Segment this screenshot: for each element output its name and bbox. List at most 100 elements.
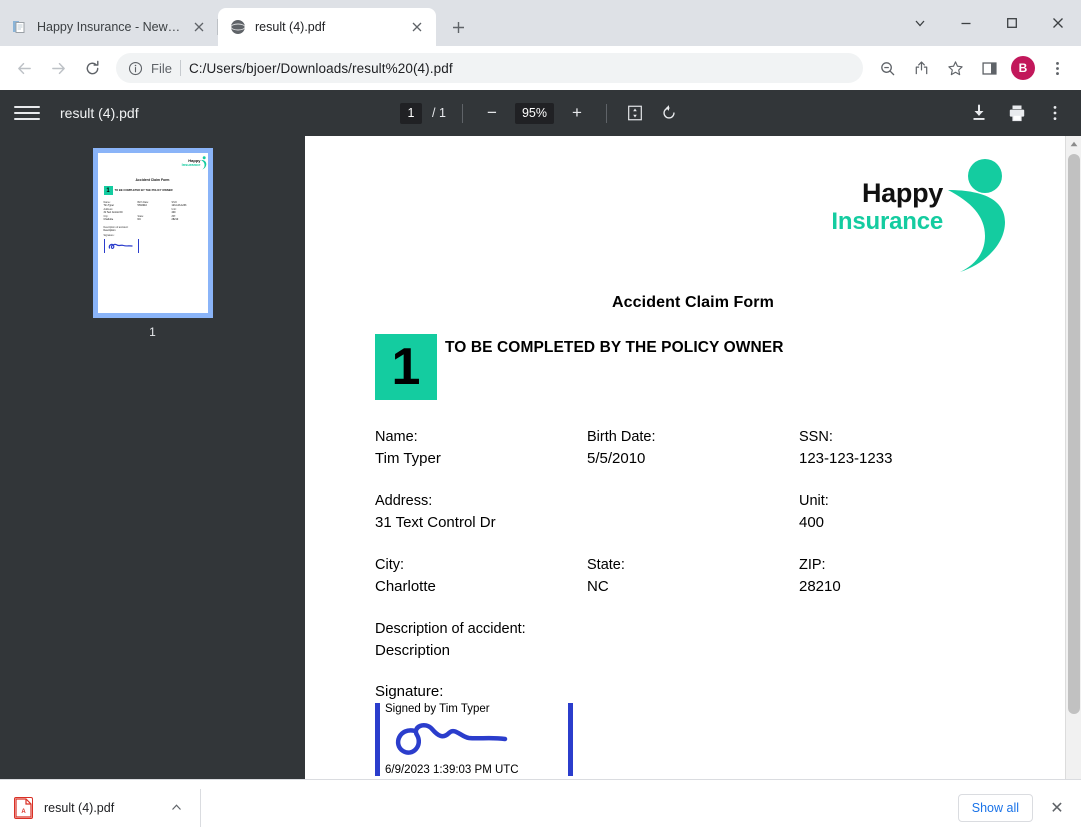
field-label: Birth Date: xyxy=(587,429,656,445)
field-value: 5/5/2010 xyxy=(587,450,646,467)
maximize-icon[interactable] xyxy=(989,4,1035,42)
show-all-downloads-button[interactable]: Show all xyxy=(957,793,1033,822)
form-row: Address: 31 Text Control Dr Unit: 400 xyxy=(375,491,1011,533)
signature-date: 6/9/2023 1:39:03 PM UTC xyxy=(385,764,519,776)
download-item[interactable]: A result (4).pdf xyxy=(14,796,182,819)
thumbnail-signature: Description of accident: Description Sig… xyxy=(103,226,202,253)
reload-icon[interactable] xyxy=(76,52,108,84)
more-options-icon[interactable] xyxy=(1043,101,1067,125)
download-icon[interactable] xyxy=(967,101,991,125)
side-panel-icon[interactable] xyxy=(973,52,1005,84)
download-shelf: A result (4).pdf Show all ✕ xyxy=(0,779,1081,835)
field-empty xyxy=(587,491,799,533)
field-value: Charlotte xyxy=(375,578,436,595)
pdf-vertical-scrollbar[interactable] xyxy=(1065,136,1081,779)
form-row: City: Charlotte State: NC ZIP: 28210 xyxy=(375,555,1011,597)
section-header: 1 TO BE COMPLETED BY THE POLICY OWNER xyxy=(375,334,1011,400)
field-description: Description of accident: Description xyxy=(375,619,526,661)
field-value: 28210 xyxy=(799,578,841,595)
document-icon xyxy=(12,19,28,35)
browser-tab-2-title: result (4).pdf xyxy=(255,20,326,34)
fit-to-page-icon[interactable] xyxy=(623,101,647,125)
page-number-input[interactable]: 1 xyxy=(400,102,423,124)
browser-tab-strip: Happy Insurance - New Claim result (4).p… xyxy=(0,0,1081,46)
star-icon[interactable] xyxy=(939,52,971,84)
browser-tab-1-title: Happy Insurance - New Claim xyxy=(37,20,181,34)
page-thumbnail-1[interactable]: Happy Insurance Accident Claim Form 1 TO… xyxy=(92,148,213,318)
thumbnail-page-label: 1 xyxy=(149,325,156,339)
toolbar-divider xyxy=(461,103,463,123)
section-heading: TO BE COMPLETED BY THE POLICY OWNER xyxy=(445,339,784,356)
rotate-icon[interactable] xyxy=(657,101,681,125)
company-logo: Happy Insurance xyxy=(831,158,1009,273)
forward-arrow-icon[interactable] xyxy=(42,52,74,84)
signature-bar-left xyxy=(375,703,380,776)
profile-avatar[interactable]: B xyxy=(1011,56,1035,80)
page-separator: / xyxy=(432,106,436,120)
field-value: Tim Typer xyxy=(375,450,441,467)
logo-line-happy: Happy xyxy=(861,178,943,208)
download-shelf-actions: Show all ✕ xyxy=(957,793,1067,822)
scrollbar-up-arrow-icon[interactable] xyxy=(1066,136,1081,152)
zoom-out-button[interactable]: − xyxy=(479,100,505,126)
signature-label: Signature: xyxy=(375,683,444,700)
zoom-in-button[interactable]: + xyxy=(564,100,590,126)
back-arrow-icon[interactable] xyxy=(8,52,40,84)
close-shelf-icon[interactable]: ✕ xyxy=(1047,798,1067,818)
zoom-level-display[interactable]: 95% xyxy=(514,102,554,124)
url-text: C:/Users/bjoer/Downloads/result%20(4).pd… xyxy=(188,60,453,76)
chevron-up-icon[interactable] xyxy=(171,802,182,813)
zoom-out-icon[interactable] xyxy=(871,52,903,84)
thumbnail-item[interactable]: Happy Insurance Accident Claim Form 1 TO… xyxy=(92,148,213,339)
share-icon[interactable] xyxy=(905,52,937,84)
browser-tab-2[interactable]: result (4).pdf xyxy=(218,8,436,46)
field-value: 31 Text Control Dr xyxy=(375,514,496,531)
three-dot-menu-icon[interactable] xyxy=(1041,52,1073,84)
form-fields: Name: Tim Typer Birth Date: 5/5/2010 SSN… xyxy=(375,427,1011,776)
address-bar[interactable]: File C:/Users/bjoer/Downloads/result%20(… xyxy=(116,53,863,83)
download-filename: result (4).pdf xyxy=(44,800,115,815)
pdf-file-icon: A xyxy=(14,796,33,819)
logo-figure-icon xyxy=(948,159,1005,272)
field-label: SSN: xyxy=(799,429,833,445)
field-city: City: Charlotte xyxy=(375,555,587,597)
page-count: 1 xyxy=(438,106,446,120)
thumbnail-figure-icon xyxy=(200,156,206,170)
field-value: 400 xyxy=(799,514,825,531)
scrollbar-thumb[interactable] xyxy=(1068,154,1080,714)
thumbnail-fields: Name: Tim Typer Birth Date: 5/5/2010 SSN: 1… xyxy=(103,201,187,221)
field-label: City: xyxy=(375,557,404,573)
omnibox-divider xyxy=(179,60,181,76)
thumbnail-logo: Happy Insurance xyxy=(181,158,201,167)
browser-tab-1[interactable]: Happy Insurance - New Claim xyxy=(0,8,218,46)
tab-search-chevron-down-icon[interactable] xyxy=(897,4,943,42)
close-icon[interactable] xyxy=(1035,4,1081,42)
field-label: Unit: xyxy=(799,493,829,509)
browser-tab-2-close-icon[interactable] xyxy=(408,18,426,36)
field-value: Description xyxy=(375,642,451,659)
field-label: Name: xyxy=(375,429,418,445)
field-label: ZIP: xyxy=(799,557,826,573)
print-icon[interactable] xyxy=(1005,101,1029,125)
field-unit: Unit: 400 xyxy=(799,491,1011,533)
pdf-toolbar-actions xyxy=(967,101,1067,125)
field-name: Name: Tim Typer xyxy=(375,427,587,469)
field-ssn: SSN: 123-123-1233 xyxy=(799,427,1011,469)
field-state: State: NC xyxy=(587,555,799,597)
info-icon[interactable] xyxy=(128,61,143,76)
page-total-label: / 1 xyxy=(432,106,446,120)
pdf-thumbnail-sidebar: Happy Insurance Accident Claim Form 1 TO… xyxy=(0,136,305,779)
browser-tab-1-close-icon[interactable] xyxy=(190,18,208,36)
claim-form-document: Happy Insurance Accident Claim Form 1 TO… xyxy=(305,136,1081,776)
signed-by-text: Signed by Tim Typer xyxy=(385,703,490,715)
new-tab-button[interactable] xyxy=(444,13,472,41)
globe-icon xyxy=(230,19,246,35)
pdf-page-canvas: Happy Insurance Accident Claim Form 1 TO… xyxy=(305,136,1081,779)
omnibox-actions: B xyxy=(871,52,1073,84)
thumbnail-page-preview: Happy Insurance Accident Claim Form 1 TO… xyxy=(98,153,208,313)
field-value: 123-123-1233 xyxy=(799,450,893,467)
field-label: Description of accident: xyxy=(375,621,526,637)
minimize-icon[interactable] xyxy=(943,4,989,42)
field-birth-date: Birth Date: 5/5/2010 xyxy=(587,427,799,469)
pdf-viewer-area: Happy Insurance Accident Claim Form 1 TO… xyxy=(0,136,1081,779)
